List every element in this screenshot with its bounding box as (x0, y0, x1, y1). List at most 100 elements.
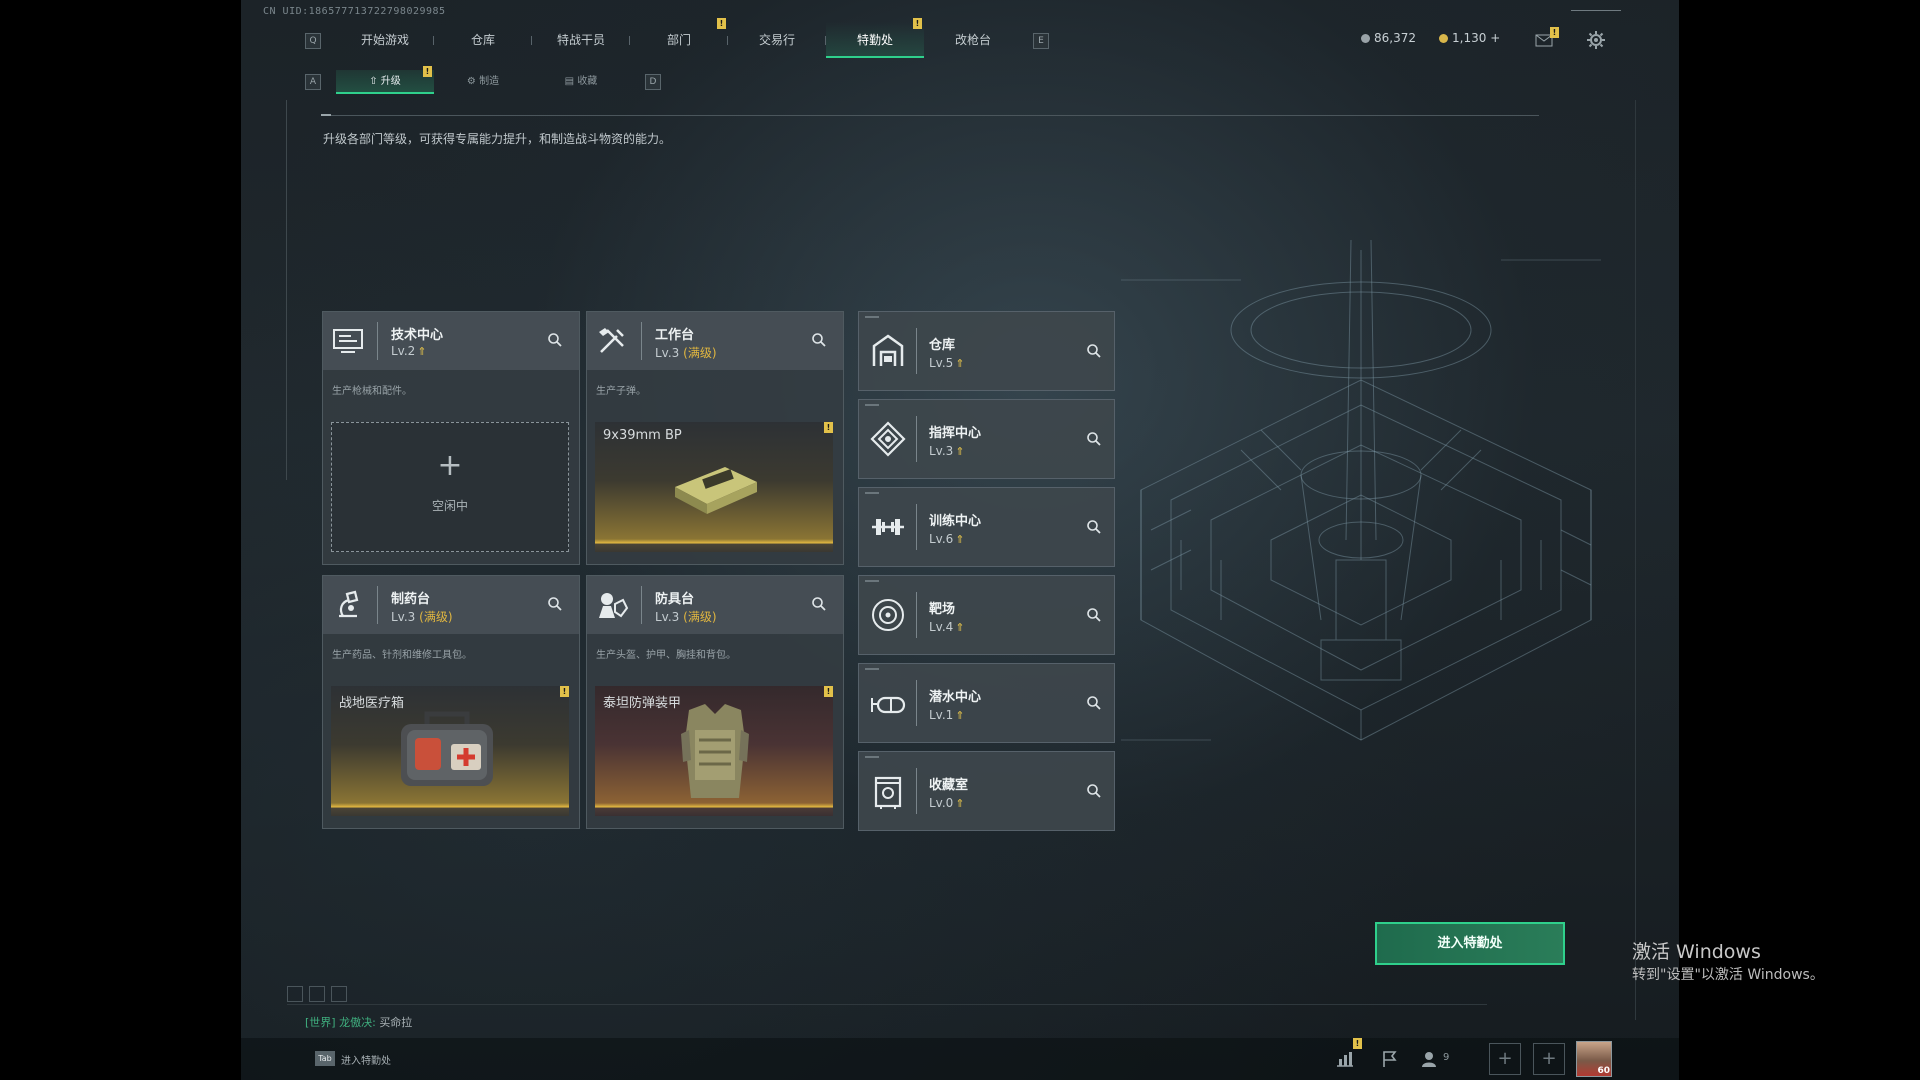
stats-chart-icon[interactable] (1335, 1050, 1355, 1068)
building-shooting-range[interactable]: 靶场 Lv.4 ⇑ (858, 575, 1115, 655)
card-header: 技术中心 Lv.2 ⇑ (323, 312, 579, 370)
tab-trading[interactable]: 交易行 (728, 22, 826, 58)
friends-icon[interactable] (1421, 1050, 1441, 1068)
add-icon: + (437, 448, 463, 483)
tab-warehouse[interactable]: 仓库 (434, 22, 532, 58)
player-avatar[interactable]: 60 (1576, 1041, 1612, 1077)
station-level: Lv.3 (满级) (655, 608, 717, 625)
tab-key-hint[interactable]: Tab (315, 1051, 335, 1066)
chat-message[interactable]: [世界] 龙傲决: 买命拉 (305, 1014, 412, 1030)
station-title: 工作台 (655, 328, 695, 343)
building-warehouse[interactable]: 仓库 Lv.5 ⇑ (858, 311, 1115, 391)
shooting-range-icon (872, 599, 904, 631)
windows-activation-text: 转到"设置"以激活 Windows。 (1632, 967, 1824, 983)
diving-center-icon (871, 696, 906, 714)
station-title: 防具台 (655, 592, 695, 607)
card-header: 工作台 Lv.3 (满级) (587, 312, 843, 370)
team-slot-empty[interactable]: + (1533, 1043, 1565, 1075)
tab-label: 改枪台 (954, 33, 991, 47)
subtab-upgrade[interactable]: ⇧ 升级! (336, 66, 434, 94)
craft-slot-empty[interactable]: + 空闲中 (331, 422, 569, 552)
search-icon[interactable] (1086, 519, 1102, 535)
search-icon[interactable] (547, 596, 563, 612)
building-training-center[interactable]: 训练中心 Lv.6 ⇑ (858, 487, 1115, 567)
tab-gunsmith[interactable]: 改枪台 (924, 22, 1022, 58)
station-card-armor-bench[interactable]: 防具台 Lv.3 (满级) 生产头盔、护甲、胸挂和背包。 泰坦防弹装甲 ! (586, 575, 844, 829)
search-icon[interactable] (1086, 431, 1102, 447)
craft-slot-item[interactable]: 战地医疗箱 ! (331, 686, 569, 816)
command-center-icon (870, 421, 906, 457)
level-text: Lv.2 (391, 344, 416, 358)
prev-tab-key[interactable]: Q (305, 33, 321, 49)
card-header: 防具台 Lv.3 (满级) (587, 576, 843, 634)
tab-operators[interactable]: 特战干员 (532, 22, 630, 58)
building-command-center[interactable]: 指挥中心 Lv.3 ⇑ (858, 399, 1115, 479)
station-level: Lv.3 (满级) (655, 344, 717, 361)
search-icon[interactable] (811, 332, 827, 348)
collection-room-icon (874, 776, 902, 809)
building-level: Lv.3 ⇑ (929, 444, 965, 458)
tab-label: 特勤处 (856, 33, 893, 47)
subtab-label: 升级 (380, 76, 401, 87)
subtab-craft[interactable]: ⚙ 制造 (434, 70, 532, 94)
subtab-label: 制造 (479, 76, 500, 87)
flag-icon[interactable] (1381, 1050, 1399, 1068)
chat-controls (287, 986, 367, 1004)
upgrade-icon: ⇧ (369, 76, 381, 87)
station-card-pharmacy[interactable]: 制药台 Lv.3 (满级) 生产药品、针剂和维修工具包。 战地医疗箱 ! (322, 575, 580, 829)
enter-special-ops-button[interactable]: 进入特勤处 (1375, 922, 1565, 965)
chat-toggle-icon[interactable] (287, 986, 303, 1002)
building-diving-center[interactable]: 潜水中心 Lv.1 ⇑ (858, 663, 1115, 743)
building-level: Lv.6 ⇑ (929, 532, 965, 546)
search-icon[interactable] (1086, 607, 1102, 623)
level-up-icon: ⇑ (955, 621, 965, 634)
search-icon[interactable] (1086, 783, 1102, 799)
page-description: 升级各部门等级，可获得专属能力提升，和制造战斗物资的能力。 (323, 132, 672, 146)
chat-text: 买命拉 (379, 1016, 413, 1029)
building-title: 训练中心 (929, 514, 982, 529)
building-collection-room[interactable]: 收藏室 Lv.0 ⇑ (858, 751, 1115, 831)
windows-activation-title: 激活 Windows (1632, 941, 1761, 963)
chat-toggle-icon[interactable] (331, 986, 347, 1002)
subtab-collection[interactable]: ▤ 收藏 (532, 70, 630, 94)
notification-badge: ! (913, 18, 922, 29)
next-tab-key[interactable]: E (1033, 33, 1049, 49)
right-frame-line (1635, 100, 1636, 1020)
item-name: 泰坦防弹装甲 (603, 696, 682, 711)
friends-count: 9 (1443, 1052, 1450, 1063)
tab-special-ops[interactable]: 特勤处! (826, 18, 924, 58)
search-icon[interactable] (1086, 343, 1102, 359)
mail-badge: ! (1550, 27, 1559, 38)
item-name: 9x39mm BP (603, 428, 682, 443)
tab-department[interactable]: 部门! (630, 18, 728, 58)
craft-slot-item[interactable]: 9x39mm BP ! (595, 422, 833, 552)
notification-badge: ! (423, 66, 432, 77)
search-icon[interactable] (811, 596, 827, 612)
max-level-tag: (满级) (419, 610, 453, 624)
craft-slot-item[interactable]: 泰坦防弹装甲 ! (595, 686, 833, 816)
premium-coin-icon (1439, 34, 1448, 43)
chat-divider (287, 1004, 1487, 1005)
player-uid: CN UID:186577713722798029985 (263, 6, 446, 17)
prev-subtab-key[interactable]: A (305, 74, 321, 90)
team-slot-empty[interactable]: + (1489, 1043, 1521, 1075)
tab-start-game[interactable]: 开始游戏 (336, 22, 434, 58)
station-description: 生产药品、针剂和维修工具包。 (332, 650, 472, 661)
workbench-icon (599, 328, 624, 353)
next-subtab-key[interactable]: D (645, 74, 661, 90)
tab-label: 开始游戏 (360, 33, 409, 47)
station-card-tech-center[interactable]: 技术中心 Lv.2 ⇑ 生产枪械和配件。 + 空闲中 (322, 311, 580, 565)
search-icon[interactable] (1086, 695, 1102, 711)
level-text: Lv.5 (929, 356, 954, 370)
level-text: Lv.1 (929, 708, 954, 722)
currency-coins: 86,372 (1361, 31, 1416, 45)
add-currency-plus[interactable]: + (1490, 31, 1500, 45)
notification-badge: ! (1353, 1038, 1362, 1049)
search-icon[interactable] (547, 332, 563, 348)
station-card-workbench[interactable]: 工作台 Lv.3 (满级) 生产子弹。 9x39mm BP ! (586, 311, 844, 565)
sub-tabs: ⇧ 升级! ⚙ 制造 ▤ 收藏 (336, 66, 630, 94)
currency-premium[interactable]: 1,130 + (1439, 31, 1500, 45)
chat-toggle-icon[interactable] (309, 986, 325, 1002)
settings-gear-icon[interactable] (1587, 31, 1605, 49)
level-text: Lv.3 (391, 610, 416, 624)
